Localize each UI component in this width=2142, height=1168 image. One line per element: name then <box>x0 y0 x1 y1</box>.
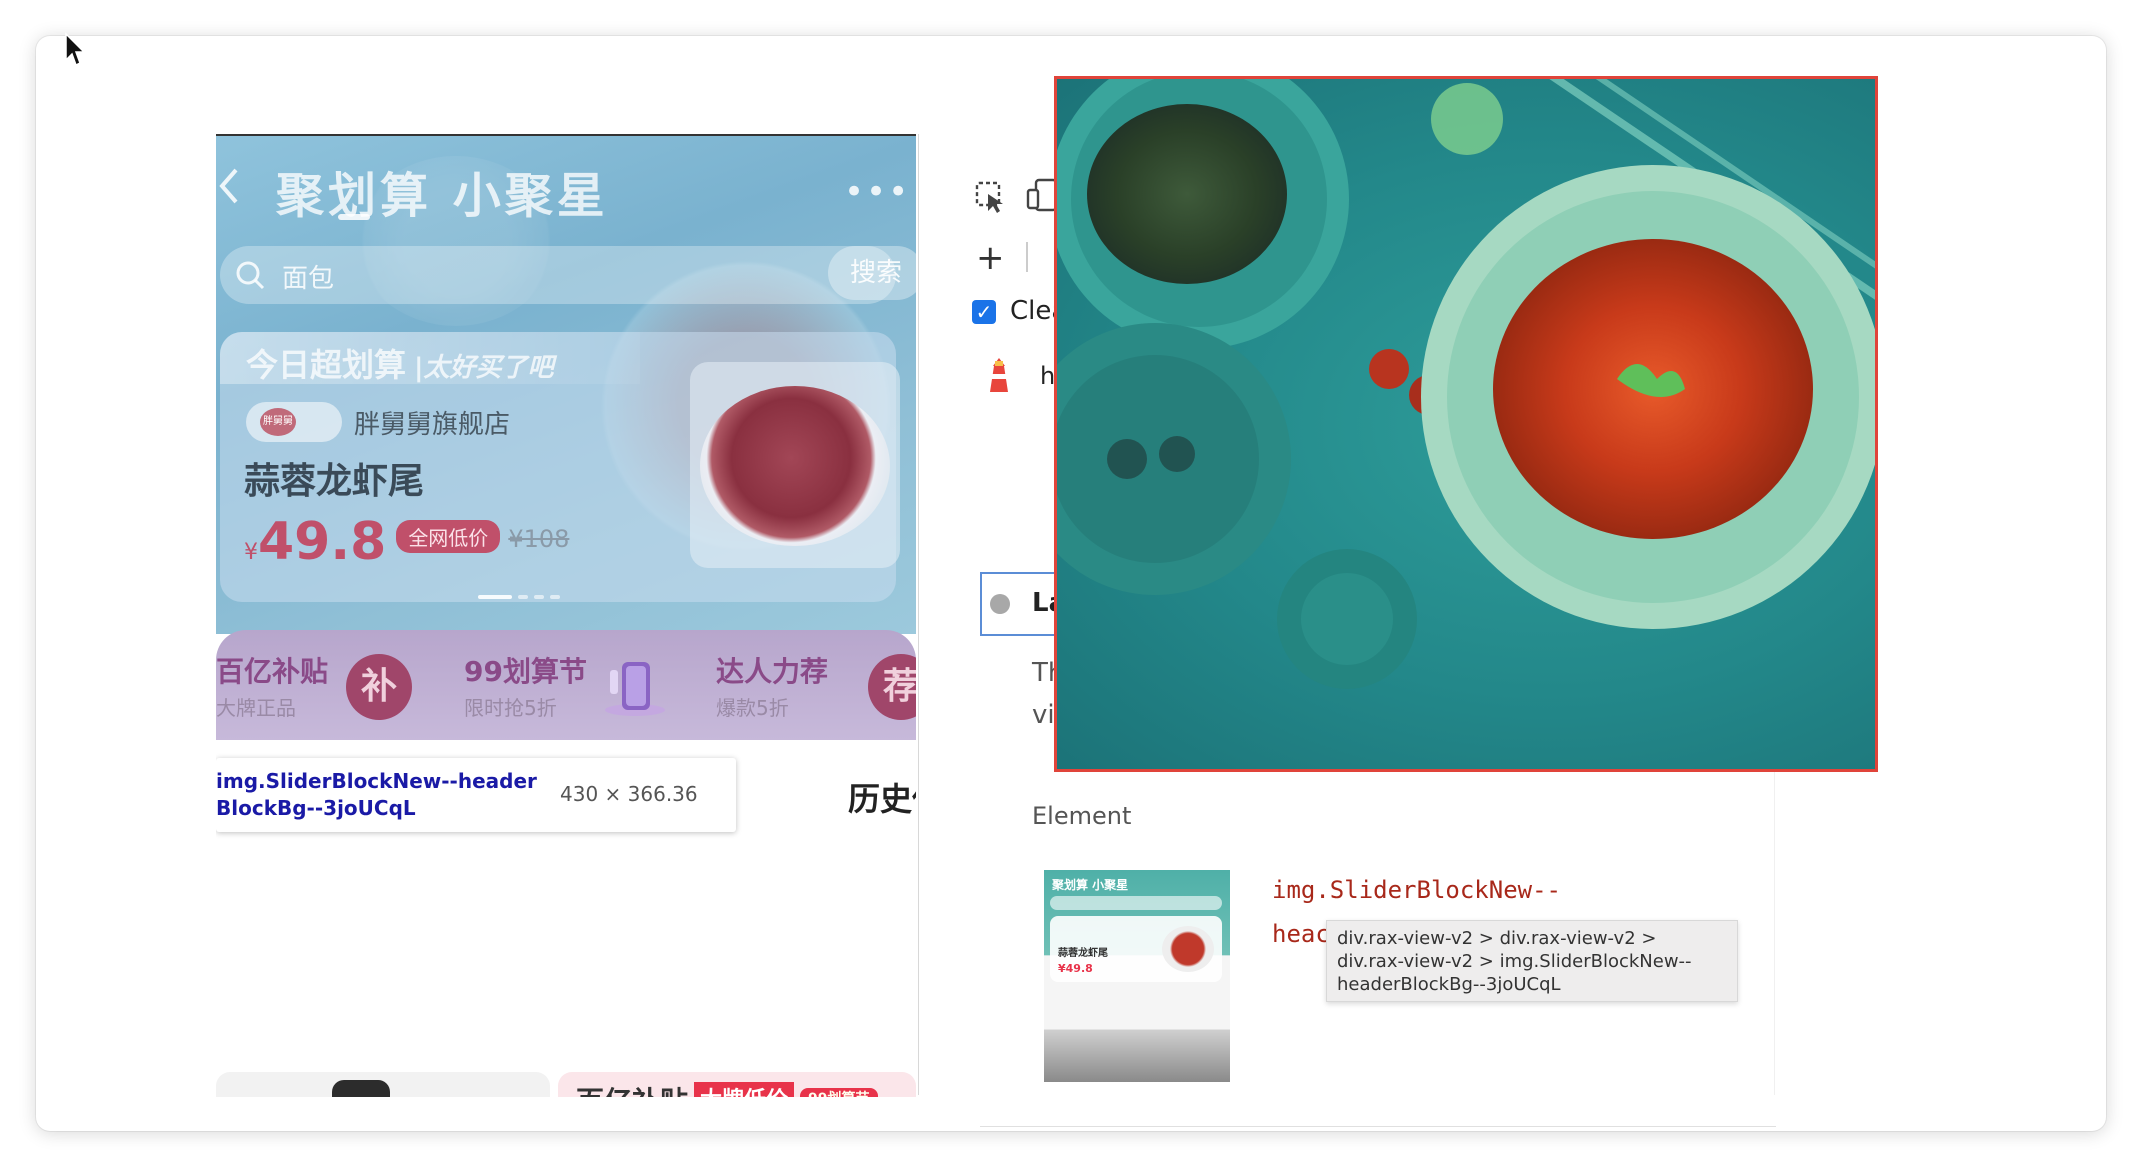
lowest-price-badge: 全网低价 <box>396 520 501 553</box>
thumb-product-name: 蒜蓉龙虾尾 <box>1058 948 1108 959</box>
inspect-element-icon[interactable] <box>974 180 1008 214</box>
original-price: ¥108 <box>508 525 570 553</box>
carousel-dot <box>518 595 528 599</box>
dark-crayfish-pile <box>1087 104 1287 284</box>
more-options-icon[interactable]: ••• <box>844 172 910 212</box>
carousel-indicator <box>478 584 566 603</box>
bowl-left-inner <box>1057 355 1259 563</box>
tomato-dark-1 <box>1107 439 1147 479</box>
thumb-price: ¥49.8 <box>1058 962 1093 975</box>
promo-sub: 爆款5折 <box>716 696 789 720</box>
audit-status-dot <box>990 594 1010 614</box>
thumb-dish-image <box>1162 926 1214 972</box>
tooltip-selector: img.SliderBlockNew--headerBlockBg--3joUC… <box>216 769 537 820</box>
product-bottle-image <box>332 1080 390 1097</box>
promo-item-subsidy[interactable]: 百亿补贴 大牌正品 补 <box>216 630 446 740</box>
price-value: 49.8 <box>258 512 387 572</box>
brand-low-price-badge: 大牌低价 <box>694 1082 795 1097</box>
price-currency: ¥ <box>244 540 258 565</box>
deal-banner-sub: |太好买了吧 <box>414 353 554 383</box>
title-underline <box>338 214 370 220</box>
promo-title: 百亿补贴 <box>216 655 329 688</box>
price-row: ¥49.8 全网低价 ¥108 <box>244 512 569 572</box>
cup-inner <box>1301 573 1393 665</box>
phone-product-icon <box>605 662 665 716</box>
tooltip-size: 430 × 366.36 <box>560 782 698 806</box>
dom-path-tooltip: div.rax-view-v2 > div.rax-view-v2 > div.… <box>1326 920 1738 1002</box>
search-input[interactable]: 面包 <box>282 258 334 295</box>
subsidy-card-title-text: 百亿补贴 <box>576 1085 688 1097</box>
promo-sub: 大牌正品 <box>216 696 296 720</box>
element-selector-line-1[interactable]: img.SliderBlockNew-- <box>1272 876 1561 904</box>
lime-slice <box>1431 83 1503 155</box>
mobile-app-preview: 聚划算 小聚星 ••• 面包 搜索 今日超划算 |太好买了吧 胖舅舅 胖舅舅旗舰店… <box>216 134 916 1097</box>
mouse-cursor-icon <box>65 32 86 67</box>
search-button[interactable]: 搜索 <box>828 246 916 300</box>
lighthouse-icon <box>990 358 1008 392</box>
product-name[interactable]: 蒜蓉龙虾尾 <box>244 452 424 504</box>
carousel-dot <box>534 595 544 599</box>
tooltip-caret <box>220 748 240 758</box>
back-chevron-icon[interactable] <box>218 166 240 206</box>
deal-banner-main: 今日超划算 <box>246 346 407 384</box>
search-icon <box>236 261 265 290</box>
promo-item-99-festival[interactable]: 99划算节 限时抢5折 <box>464 630 674 740</box>
deal-banner-title: 今日超划算 |太好买了吧 <box>246 340 554 386</box>
add-icon[interactable]: + <box>976 238 1005 278</box>
cherry-tomato-1 <box>1369 349 1409 389</box>
festival-tag: 99划算节 <box>800 1088 878 1097</box>
thumb-search-bar <box>1050 896 1222 910</box>
promo-title: 达人力荐 <box>716 655 829 688</box>
promo-title: 99划算节 <box>464 655 587 688</box>
audit-url[interactable]: h <box>1040 362 1055 390</box>
toolbar-separator <box>1026 242 1028 272</box>
search-bar[interactable]: 面包 <box>220 246 896 304</box>
crayfish-dish-image <box>700 386 890 546</box>
thumb-title: 聚划算 小聚星 <box>1052 878 1129 892</box>
store-name[interactable]: 胖舅舅旗舰店 <box>354 404 510 441</box>
promo-sub: 限时抢5折 <box>464 696 557 720</box>
element-column-header: Element <box>1032 802 1132 830</box>
subsidy-icon: 补 <box>346 654 412 720</box>
carousel-dot <box>550 595 560 599</box>
promo-strip: 百亿补贴 大牌正品 补 99划算节 限时抢5折 达人力荐 爆款5折 荐 <box>216 630 916 740</box>
history-low-price-heading: 历史低价 <box>848 780 916 818</box>
image-hover-preview <box>1054 76 1878 772</box>
row-divider <box>980 1126 1776 1127</box>
crayfish-photo <box>1057 79 1875 689</box>
inspector-element-tooltip: img.SliderBlockNew--headerBlockBg--3joUC… <box>216 758 736 832</box>
store-logo: 胖舅舅 <box>260 408 296 436</box>
carousel-dot-active <box>478 595 512 599</box>
recommend-icon: 荐 <box>868 654 916 720</box>
subsidy-card-title: 百亿补贴大牌低价 99划算节 <box>576 1080 878 1097</box>
tomato-dark-2 <box>1159 436 1195 472</box>
product-image[interactable] <box>690 362 900 568</box>
element-screenshot-thumbnail[interactable]: 聚划算 小聚星 蒜蓉龙虾尾 ¥49.8 <box>1044 870 1230 1082</box>
element-selector-line-2[interactable]: heac <box>1272 920 1330 948</box>
clear-checkbox[interactable]: ✓ <box>972 300 996 324</box>
promo-item-recommend[interactable]: 达人力荐 爆款5折 荐 <box>716 630 916 740</box>
app-title: 聚划算 小聚星 <box>276 168 609 224</box>
